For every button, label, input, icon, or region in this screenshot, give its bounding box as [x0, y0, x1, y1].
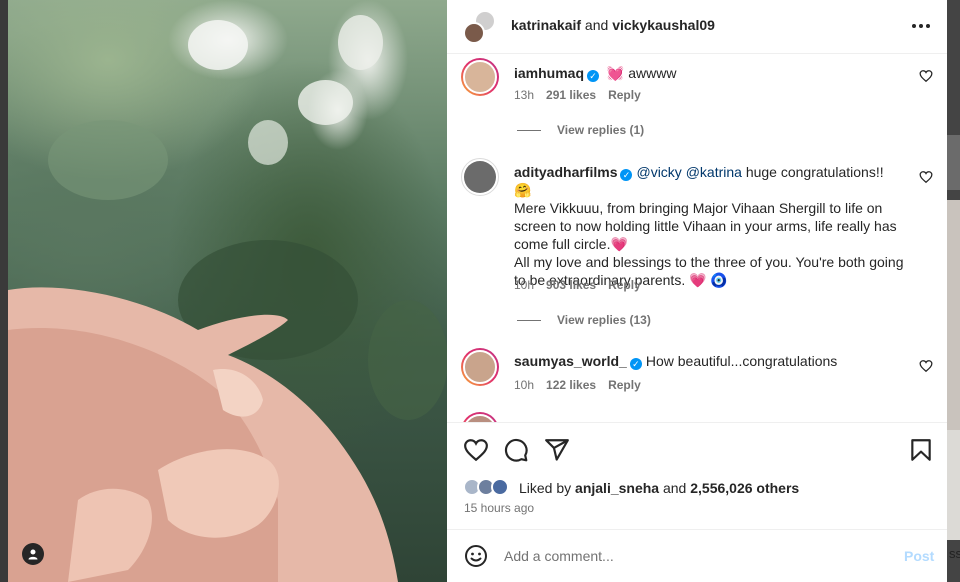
emoji-picker-icon[interactable] [464, 544, 488, 568]
likes-count-link[interactable]: 2,556,026 others [690, 480, 799, 496]
likes-summary: Liked by anjali_sneha and 2,556,026 othe… [463, 478, 799, 498]
view-replies-button[interactable]: View replies (13) [517, 313, 651, 327]
comment-bubble-icon[interactable] [503, 437, 529, 463]
comment-likes[interactable]: 903 likes [546, 278, 596, 292]
liker-avatars[interactable] [463, 478, 513, 498]
mention-link[interactable]: @vicky [636, 164, 681, 180]
comment-time: 13h [514, 88, 535, 102]
reply-button[interactable]: Reply [608, 378, 641, 392]
author-link-primary[interactable]: katrinakaif [511, 17, 581, 33]
comment-likes[interactable]: 122 likes [546, 378, 596, 392]
post-timestamp[interactable]: 15 hours ago [464, 501, 534, 515]
comment-username[interactable]: saumyas_world_ [514, 353, 627, 369]
avatar[interactable] [461, 412, 499, 422]
more-options-icon[interactable] [909, 14, 933, 38]
comment-username[interactable]: adityadharfilms [514, 164, 617, 180]
comment-time: 10h [514, 378, 535, 392]
hands-illustration [8, 287, 398, 582]
comment-meta: 10h 122 likes Reply [514, 378, 653, 392]
verified-badge-icon: ✓ [587, 70, 600, 82]
like-comment-heart-icon[interactable] [919, 359, 933, 373]
comment-meta: 10h 903 likes Reply [514, 278, 653, 292]
comment-meta: 13h 291 likes Reply [514, 88, 653, 102]
comment-likes[interactable]: 291 likes [546, 88, 596, 102]
post-details-panel: katrinakaif and vickykaushal09 iamhumaq ✓… [447, 0, 947, 582]
avatar [491, 478, 509, 496]
share-send-icon[interactable] [544, 437, 570, 463]
comment-content: awwww [628, 65, 677, 81]
verified-badge-icon: ✓ [620, 169, 633, 181]
post-header: katrinakaif and vickykaushal09 [447, 0, 947, 54]
user-tag-icon[interactable] [22, 543, 44, 565]
liker-link[interactable]: anjali_sneha [575, 480, 659, 496]
avatar[interactable] [461, 58, 499, 96]
like-comment-heart-icon[interactable] [919, 69, 933, 83]
like-comment-heart-icon[interactable] [919, 170, 933, 184]
backdrop-text: ss [949, 546, 960, 561]
comment-text: saumyas_world_ ✓ How beautiful...congratul… [514, 352, 904, 370]
post-photo[interactable] [8, 0, 448, 582]
avatar [463, 22, 485, 44]
author-link-secondary[interactable]: vickykaushal09 [612, 17, 715, 33]
avatar[interactable] [461, 158, 499, 196]
view-replies-button[interactable]: View replies (1) [517, 123, 644, 137]
add-comment-bar: Post [447, 529, 947, 582]
avatar[interactable] [461, 348, 499, 386]
comment-text: iamhumaq ✓ 💓 awwww [514, 64, 904, 82]
verified-badge-icon: ✓ [629, 358, 642, 370]
comment-content: How beautiful...congratulations [645, 353, 838, 369]
comment-emoji: 💓 [606, 65, 625, 81]
post-comment-button[interactable]: Post [904, 548, 934, 564]
author-avatars[interactable] [461, 10, 497, 44]
mention-link[interactable]: @katrina [686, 164, 742, 180]
post-actions [447, 422, 947, 476]
reply-button[interactable]: Reply [608, 278, 641, 292]
like-heart-icon[interactable] [463, 437, 489, 463]
comments-list[interactable]: iamhumaq ✓ 💓 awwww 13h 291 likes Reply View… [447, 55, 947, 422]
divider [517, 319, 541, 321]
reply-button[interactable]: Reply [608, 88, 641, 102]
post-authors: katrinakaif and vickykaushal09 [511, 17, 715, 33]
comment-time: 10h [514, 278, 535, 292]
backdrop-right: ss [947, 0, 960, 582]
divider [517, 129, 541, 131]
comment-text: adityadharfilms ✓ @vicky @katrina huge con… [514, 164, 904, 288]
comment-username[interactable]: iamhumaq [514, 65, 584, 81]
comment-input[interactable] [504, 545, 864, 567]
save-bookmark-icon[interactable] [908, 437, 934, 463]
